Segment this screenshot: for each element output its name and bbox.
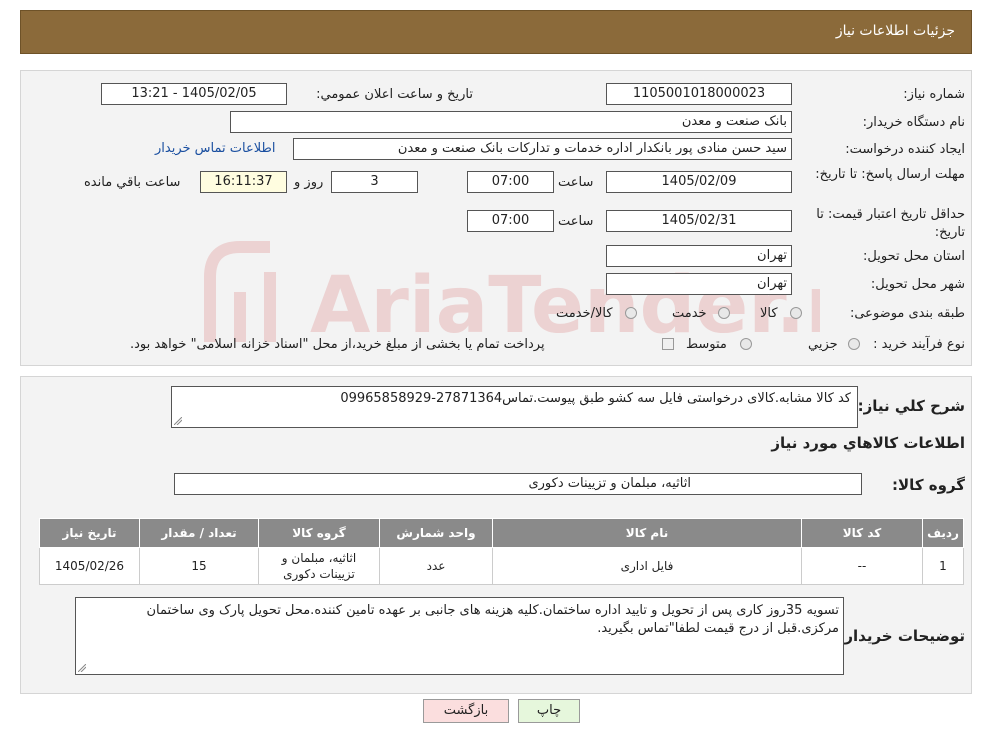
cell-date: 1405/02/26: [39, 547, 140, 585]
validity-time-label: ساعت: [558, 214, 594, 229]
cell-qty: 15: [139, 547, 259, 585]
process-label: نوع فرآيند خريد :: [873, 337, 965, 352]
province-label: استان محل تحويل:: [863, 249, 965, 264]
deadline-label: مهلت ارسال پاسخ: تا تاريخ:: [805, 166, 965, 184]
summary-label: شرح کلي نياز:: [857, 397, 965, 415]
print-button[interactable]: چاپ: [518, 699, 580, 723]
deadline-date-field: 1405/02/09: [606, 171, 792, 193]
days-label: روز و: [294, 175, 324, 190]
process-option-medium: متوسط: [686, 337, 727, 352]
creator-label: ايجاد کننده درخواست:: [845, 142, 965, 157]
process-radio-medium[interactable]: [740, 338, 752, 350]
category-label: طبقه بندی موضوعی:: [849, 306, 965, 321]
need-number-field: 1105001018000023: [606, 83, 792, 105]
category-radio-service[interactable]: [718, 307, 730, 319]
category-option-service: خدمت: [672, 306, 707, 321]
col-unit: واحد شمارش: [379, 518, 493, 548]
cell-code: --: [801, 547, 923, 585]
process-radio-minor[interactable]: [848, 338, 860, 350]
province-field: تهران: [606, 245, 792, 267]
cell-group: اثاثيه، مبلمان و تزيينات دکوری: [258, 547, 380, 585]
deadline-time-label: ساعت: [558, 175, 594, 190]
col-date: تاريخ نياز: [39, 518, 140, 548]
need-number-label: شماره نياز:: [903, 87, 965, 102]
summary-textarea[interactable]: کد کالا مشابه.کالای درخواستی فایل سه کشو…: [171, 386, 858, 428]
page-title: جزئيات اطلاعات نياز: [835, 23, 955, 39]
category-option-goods: کالا: [760, 306, 778, 321]
cell-name: فایل اداری: [492, 547, 802, 585]
buyer-org-label: نام دستگاه خريدار:: [862, 115, 965, 130]
remaining-label: ساعت باقي مانده: [84, 175, 181, 190]
validity-label: حداقل تاريخ اعتبار قيمت: تا تاريخ:: [805, 206, 965, 242]
process-note-checkbox[interactable]: [662, 338, 674, 350]
validity-label-text: حداقل تاريخ اعتبار قيمت: تا تاريخ:: [816, 207, 965, 240]
category-radio-goods-service[interactable]: [625, 307, 637, 319]
deadline-label-text: مهلت ارسال پاسخ: تا تاريخ:: [815, 167, 965, 182]
category-option-goods-service: کالا/خدمت: [556, 306, 613, 321]
goods-table-header: رديف کد کالا نام کالا واحد شمارش گروه کا…: [39, 518, 964, 548]
resize-handle-icon[interactable]: [174, 417, 182, 425]
resize-handle-icon[interactable]: [78, 664, 86, 672]
goods-group-label: گروه کالا:: [892, 476, 965, 494]
col-name: نام کالا: [492, 518, 802, 548]
goods-table: رديف کد کالا نام کالا واحد شمارش گروه کا…: [39, 518, 964, 585]
summary-text: کد کالا مشابه.کالای درخواستی فایل سه کشو…: [340, 391, 851, 406]
city-label: شهر محل تحويل:: [870, 277, 965, 292]
col-qty: تعداد / مقدار: [139, 518, 259, 548]
buyer-notes-label: توضيحات خريدار:: [838, 627, 965, 645]
process-option-minor: جزيي: [808, 337, 838, 352]
creator-field: سید حسن منادی پور بانکدار اداره خدمات و …: [293, 138, 792, 160]
col-code: کد کالا: [801, 518, 923, 548]
city-field: تهران: [606, 273, 792, 295]
deadline-time-field: 07:00: [467, 171, 554, 193]
days-field: 3: [331, 171, 418, 193]
announce-label: تاريخ و ساعت اعلان عمومي:: [316, 87, 473, 102]
table-row: 1 -- فایل اداری عدد اثاثيه، مبلمان و تزي…: [39, 547, 964, 585]
col-row: رديف: [922, 518, 964, 548]
category-radio-goods[interactable]: [790, 307, 802, 319]
remaining-time-field: 16:11:37: [200, 171, 287, 193]
validity-date-field: 1405/02/31: [606, 210, 792, 232]
cell-row: 1: [922, 547, 964, 585]
buyer-notes-textarea[interactable]: تسویه 35روز کاری پس از تحویل و تایید ادا…: [75, 597, 844, 675]
validity-time-field: 07:00: [467, 210, 554, 232]
announce-field: 1405/02/05 - 13:21: [101, 83, 287, 105]
buyer-org-field: بانک صنعت و معدن: [230, 111, 792, 133]
back-button[interactable]: بازگشت: [423, 699, 509, 723]
page-header: جزئيات اطلاعات نياز: [20, 10, 972, 54]
process-payment-note: پرداخت تمام يا بخشی از مبلغ خريد،از محل …: [130, 337, 545, 352]
col-group: گروه کالا: [258, 518, 380, 548]
buyer-notes-text: تسویه 35روز کاری پس از تحویل و تایید ادا…: [146, 603, 839, 636]
buyer-contact-link[interactable]: اطلاعات تماس خريدار: [155, 141, 275, 156]
goods-group-field: اثاثيه، مبلمان و تزيينات دکوری: [174, 473, 862, 495]
cell-unit: عدد: [379, 547, 493, 585]
goods-section-title: اطلاعات کالاهاي مورد نياز: [771, 434, 965, 452]
